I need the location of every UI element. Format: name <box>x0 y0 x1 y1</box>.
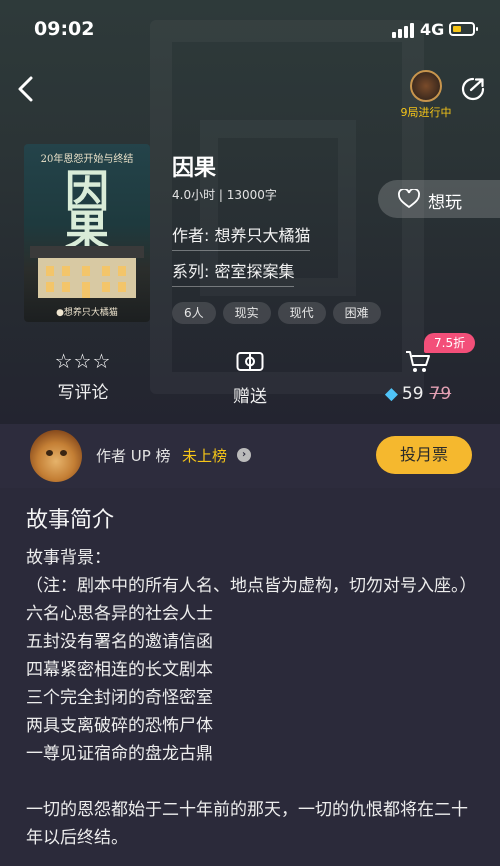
story-line: 六名心思各异的社会人士 <box>26 604 213 624</box>
story-line: 四幕紧密相连的长文剧本 <box>26 660 213 680</box>
tag-genre[interactable]: 现实 <box>222 302 271 324</box>
chevron-right-icon[interactable]: › <box>237 448 251 462</box>
tag-players[interactable]: 6人 <box>172 302 216 324</box>
cover-author: ●想养只大橘猫 <box>56 308 118 318</box>
monthly-vote-button[interactable]: 投月票 <box>376 436 472 474</box>
author-rank-status[interactable]: 未上榜 <box>182 445 227 466</box>
want-to-play-button[interactable]: 想玩 <box>378 180 500 218</box>
status-time: 09:02 <box>34 18 95 40</box>
share-icon[interactable] <box>460 76 486 102</box>
tag-list: 6人 现实 现代 困难 <box>172 302 388 324</box>
write-review-button[interactable]: ☆☆☆ 写评论 <box>52 350 114 403</box>
cover-house <box>30 246 144 298</box>
script-cover-image[interactable]: 20年恩怨开始与终结 因 果 ●想养只大橘猫 <box>24 144 150 322</box>
author-link[interactable]: 作者: 想养只大橘猫 <box>172 222 311 251</box>
author-rank-label: 作者 UP 榜 <box>96 447 171 465</box>
story-line: 两具支离破碎的恐怖尸体 <box>26 716 213 736</box>
story-line: 故事背景： <box>26 548 111 568</box>
cart-icon <box>406 351 430 372</box>
story-line: 一切的恩怨都始于二十年前的那天，一切的仇恨都将在二十年以后终结。 <box>26 800 468 848</box>
story-line: 五封没有署名的邀请信函 <box>26 632 213 652</box>
story-line: 一尊见证宿命的盘龙古鼎 <box>26 744 213 764</box>
signal-icon <box>392 22 414 38</box>
purchase-button[interactable]: ◆ 59 79 <box>378 350 458 404</box>
diamond-icon: ◆ <box>384 384 398 404</box>
cover-tagline: 20年恩怨开始与终结 <box>40 154 134 165</box>
gift-label: 赠送 <box>233 387 267 407</box>
write-review-label: 写评论 <box>57 383 109 403</box>
story-heading: 故事简介 <box>26 508 115 533</box>
gift-icon <box>236 352 264 371</box>
games-in-progress-label: 9局进行中 <box>400 106 452 119</box>
back-arrow-icon[interactable] <box>12 74 42 104</box>
script-meta: 4.0小时 | 13000字 <box>172 188 277 202</box>
network-label: 4G <box>420 20 445 39</box>
heart-icon <box>398 189 420 209</box>
story-line: 三个完全封闭的奇怪密室 <box>26 688 213 708</box>
games-in-progress-icon <box>410 70 442 102</box>
current-price: 59 <box>401 384 424 404</box>
original-price: 79 <box>429 384 452 404</box>
tag-difficulty[interactable]: 困难 <box>332 302 381 324</box>
action-row: ☆☆☆ 写评论 赠送 ◆ 59 79 <box>0 350 500 420</box>
story-intro-section: 故事简介 故事背景： （注：剧本中的所有人名、地点皆为虚构，切勿对号入座。） 六… <box>0 488 500 866</box>
story-body: 故事背景： （注：剧本中的所有人名、地点皆为虚构，切勿对号入座。） 六名心思各异… <box>26 544 478 852</box>
hero-section: 09:02 4G 9局进行中 20年恩怨开始与终结 因 果 ●想养只大橘猫 因果… <box>0 0 500 424</box>
battery-icon <box>449 22 478 36</box>
status-bar: 09:02 4G <box>0 0 500 60</box>
tag-era[interactable]: 现代 <box>277 302 326 324</box>
story-line: （注：剧本中的所有人名、地点皆为虚构，切勿对号入座。） <box>26 576 477 596</box>
author-avatar[interactable] <box>30 430 82 482</box>
script-title: 因果 <box>172 156 217 181</box>
author-rank-bar: 作者 UP 榜 未上榜 › 投月票 <box>0 424 500 488</box>
want-to-play-label: 想玩 <box>428 193 462 213</box>
story-line <box>26 768 478 796</box>
price: ◆ 59 79 <box>378 384 458 404</box>
games-in-progress[interactable]: 9局进行中 <box>386 70 466 120</box>
gift-button[interactable]: 赠送 <box>222 350 278 407</box>
series-link[interactable]: 系列: 密室探案集 <box>172 258 295 287</box>
stars-icon: ☆☆☆ <box>54 349 112 373</box>
